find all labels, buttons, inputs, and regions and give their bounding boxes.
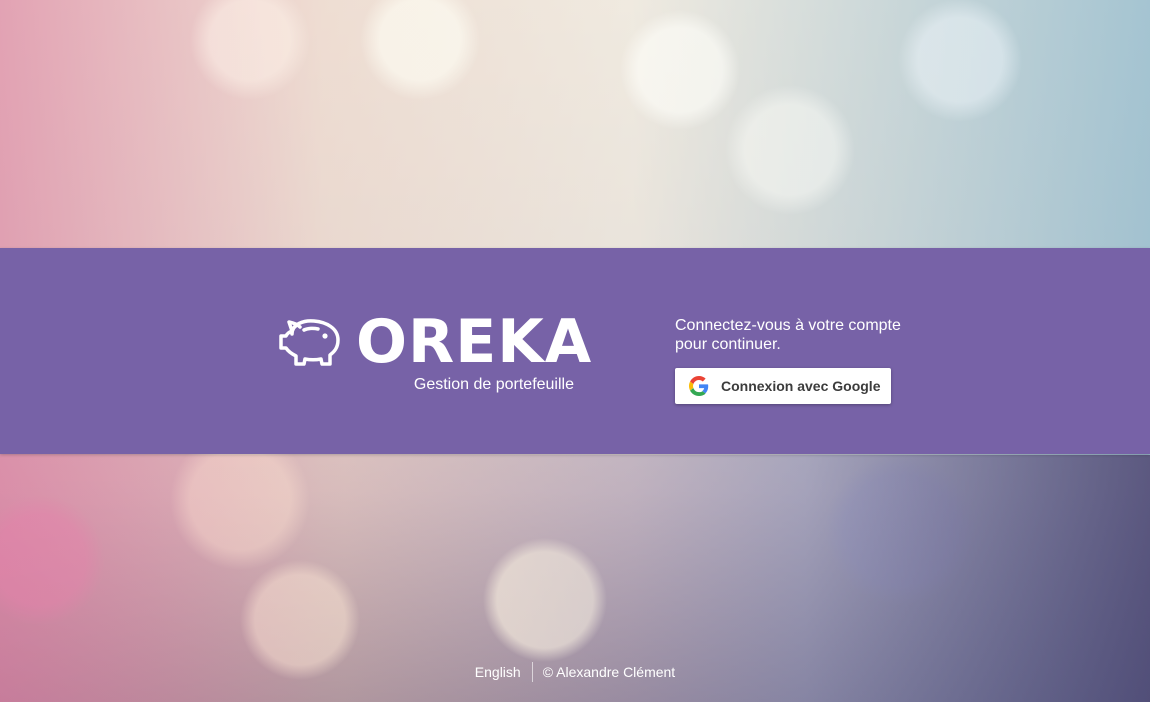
google-signin-button[interactable]: Connexion avec Google (675, 368, 891, 404)
google-button-label: Connexion avec Google (721, 378, 881, 394)
login-panel: Connectez-vous à votre compte pour conti… (675, 316, 935, 404)
logo-wordmark: OREKA (356, 307, 593, 377)
login-page: { "brand": { "logo_text": "OREKA", "logo… (0, 0, 1150, 702)
language-switch-link[interactable]: English (475, 664, 532, 680)
google-g-icon (689, 376, 709, 396)
footer: English © Alexandre Clément (0, 662, 1150, 682)
copyright-text: © Alexandre Clément (542, 664, 676, 680)
brand: OREKA Gestion de portefeuille (278, 307, 591, 402)
piggy-bank-icon (279, 319, 340, 366)
tagline: Gestion de portefeuille (413, 376, 574, 393)
login-message: Connectez-vous à votre compte pour conti… (675, 317, 901, 353)
